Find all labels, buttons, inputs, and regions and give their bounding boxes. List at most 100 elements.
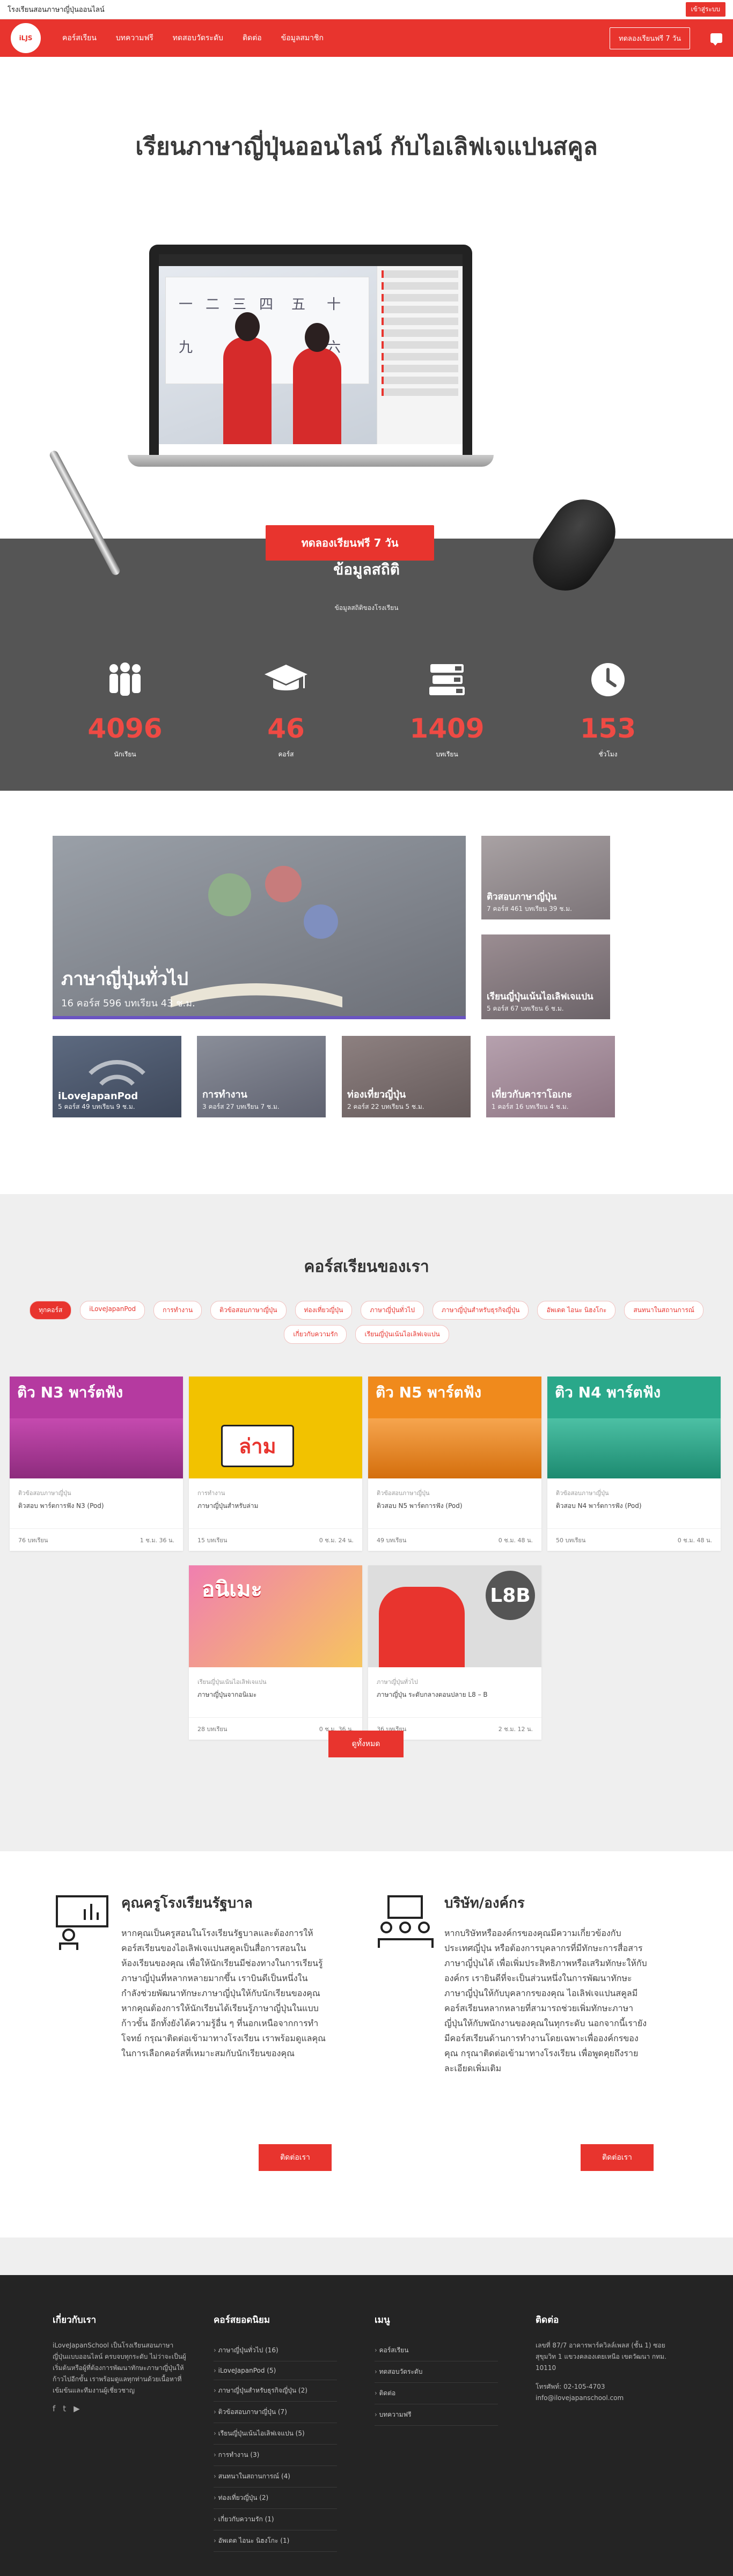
course-thumbnail: ล่าม: [189, 1377, 362, 1478]
player-top-bar: [159, 254, 463, 266]
tile-accent-bar: [53, 1016, 466, 1019]
board-char: 四: [259, 297, 274, 313]
course-thumbnail: ติว N3 พาร์ตฟัง: [10, 1377, 183, 1478]
filter-all[interactable]: ทุกคอร์ส: [30, 1301, 72, 1320]
course-meta: 15 บทเรียน 0 ช.ม. 24 น.: [189, 1528, 362, 1551]
thumbnail-banner: อนิเมะ: [202, 1577, 262, 1602]
filter-exam[interactable]: ติวข้อสอบภาษาญี่ปุ่น: [210, 1301, 287, 1320]
filter-ilovejapan-focus[interactable]: เรียนญี่ปุ่นเน้นไอเลิฟเจแปน: [355, 1325, 449, 1344]
footer-course-link[interactable]: ภาษาญี่ปุ่นทั่วไป (16): [214, 2340, 337, 2361]
thumbnail-banner: ติว N4 พาร์ตฟัง: [555, 1383, 661, 1401]
footer-course-link[interactable]: ท่องเที่ยวญี่ปุ่น (2): [214, 2487, 337, 2509]
clock-icon: [527, 658, 688, 701]
footer: เกี่ยวกับเรา iLoveJapanSchool เป็นโรงเรี…: [0, 2275, 733, 2576]
course-card[interactable]: ติว N5 พาร์ตฟัง ติวข้อสอบภาษาญี่ปุ่น ติว…: [368, 1377, 541, 1551]
course-card[interactable]: ล่าม การทำงาน ภาษาญี่ปุ่นสำหรับล่าม 15 บ…: [189, 1377, 362, 1551]
filter-business[interactable]: ภาษาญี่ปุ่นสำหรับธุรกิจญี่ปุ่น: [432, 1301, 529, 1320]
thumbnail-banner: ล่าม: [221, 1425, 294, 1467]
footer-course-link[interactable]: อัพเดต ไอนะ นิฮงโกะ (1): [214, 2530, 337, 2552]
video-player-screenshot: 一 二 三 四 五 九 十 六: [159, 254, 463, 455]
course-title: ภาษาญี่ปุ่นสำหรับล่าม: [197, 1502, 259, 1510]
course-card[interactable]: L8B ภาษาญี่ปุ่นทั่วไป ภาษาญี่ปุ่น ระดับก…: [368, 1565, 541, 1740]
youtube-icon[interactable]: ▶: [74, 2404, 80, 2413]
footer-course-link[interactable]: ภาษาญี่ปุ่นสำหรับธุรกิจญี่ปุ่น (2): [214, 2380, 337, 2402]
course-meta: 49 บทเรียน 0 ช.ม. 48 น.: [368, 1528, 541, 1551]
school-logo[interactable]: iLJS: [11, 23, 41, 53]
nav-right: ทดลองเรียนฟรี 7 วัน: [610, 27, 722, 49]
nav-menu: คอร์สเรียน บทความฟรี ทดสอบวัดระดับ ติดต่…: [53, 32, 333, 44]
footer-menu-link[interactable]: บทความฟรี: [375, 2404, 498, 2426]
laptop-mockup: 一 二 三 四 五 九 十 六: [128, 245, 494, 470]
course-card[interactable]: อนิเมะ เรียนญี่ปุ่นเน้นไอเลิฟเจแปน ภาษาญ…: [189, 1565, 362, 1740]
course-duration: 0 ช.ม. 24 น.: [319, 1536, 354, 1544]
facebook-icon[interactable]: f: [53, 2404, 55, 2413]
stat-number: 46: [267, 713, 305, 744]
tile-title: iLoveJapanPod: [58, 1091, 138, 1102]
category-work[interactable]: การทำงาน 3 คอร์ส 27 บทเรียน 7 ช.ม.: [197, 1036, 326, 1117]
nav-item-placement-test[interactable]: ทดสอบวัดระดับ: [173, 32, 223, 44]
footer-course-link[interactable]: iLoveJapanPod (5): [214, 2361, 337, 2380]
course-thumbnail: อนิเมะ: [189, 1565, 362, 1667]
contact-phone: โทรศัพท์: 02-105-4703: [536, 2383, 605, 2390]
courses-title: คอร์สเรียนของเรา: [304, 1257, 429, 1276]
footer-course-link[interactable]: สนทนาในสถานการณ์ (4): [214, 2466, 337, 2487]
twitter-icon[interactable]: t: [63, 2404, 66, 2413]
footer-menu-link[interactable]: คอร์สเรียน: [375, 2340, 498, 2361]
nav-item-contact[interactable]: ติดต่อ: [243, 32, 262, 44]
main-nav: iLJS คอร์สเรียน บทความฟรี ทดสอบวัดระดับ …: [0, 19, 733, 57]
footer-course-link[interactable]: การทำงาน (3): [214, 2445, 337, 2466]
course-meta: 50 บทเรียน 0 ช.ม. 48 น.: [547, 1528, 721, 1551]
nav-item-member[interactable]: ข้อมูลสมาชิก: [281, 32, 324, 44]
nav-item-articles[interactable]: บทความฟรี: [116, 32, 153, 44]
tile-caption: เรียนญี่ปุ่นเน้นไอเลิฟเจแปน 5 คอร์ส 67 บ…: [481, 984, 610, 1019]
lesson-count: 15 บทเรียน: [197, 1536, 228, 1544]
footer-popular-courses: คอร์สยอดนิยม ภาษาญี่ปุ่นทั่วไป (16) iLov…: [214, 2313, 337, 2552]
tile-title: ติวสอบภาษาญี่ปุ่น: [487, 892, 557, 902]
free-trial-hero-button[interactable]: ทดลองเรียนฟรี 7 วัน: [266, 525, 434, 561]
filter-situations[interactable]: สนทนาในสถานการณ์: [624, 1301, 703, 1320]
filter-ilovejapanpod[interactable]: iLoveJapanPod: [80, 1301, 145, 1320]
promo-companies: บริษัท/องค์กร หากบริษัทหรือองค์กรของคุณม…: [376, 1892, 655, 2076]
filter-general[interactable]: ภาษาญี่ปุ่นทั่วไป: [361, 1301, 424, 1320]
teacher-figure: [293, 323, 341, 444]
course-duration: 1 ช.ม. 36 น.: [140, 1536, 174, 1544]
free-trial-nav-button[interactable]: ทดลองเรียนฟรี 7 วัน: [610, 27, 690, 49]
about-text: iLoveJapanSchool เป็นโรงเรียนสอนภาษาญี่ป…: [53, 2342, 186, 2394]
category-travel[interactable]: ท่องเที่ยวญี่ปุ่น 2 คอร์ส 22 บทเรียน 5 ช…: [342, 1036, 471, 1117]
stats-row: 4096 นักเรียน 46 คอร์ส 1409 บทเรียน 153 …: [0, 658, 733, 760]
course-category: การทำงาน: [197, 1490, 225, 1497]
course-title: ภาษาญี่ปุ่น ระดับกลางตอนปลาย L8 – B: [377, 1691, 488, 1698]
course-duration: 2 ช.ม. 12 น.: [498, 1725, 533, 1733]
course-duration: 0 ช.ม. 48 น.: [677, 1536, 712, 1544]
filter-aina[interactable]: อัพเดต ไอนะ นิฮงโกะ: [537, 1301, 616, 1320]
login-button[interactable]: เข้าสู่ระบบ: [685, 2, 725, 17]
footer-menu-link[interactable]: ทดสอบวัดระดับ: [375, 2361, 498, 2383]
category-ilovejapanpod[interactable]: iLoveJapanPod 5 คอร์ส 49 บทเรียน 9 ช.ม.: [53, 1036, 181, 1117]
filter-love[interactable]: เกี่ยวกับความรัก: [284, 1325, 347, 1344]
category-exam-prep[interactable]: ติวสอบภาษาญี่ปุ่น 7 คอร์ส 461 บทเรียน 39…: [481, 836, 610, 919]
chat-icon[interactable]: [710, 33, 722, 46]
section-spacer: [0, 2238, 733, 2275]
category-ilovejapan-focus[interactable]: เรียนญี่ปุ่นเน้นไอเลิฟเจแปน 5 คอร์ส 67 บ…: [481, 934, 610, 1019]
contact-us-button[interactable]: ติดต่อเรา: [581, 2144, 654, 2171]
footer-course-link[interactable]: เรียนญี่ปุ่นเน้นไอเลิฟเจแปน (5): [214, 2423, 337, 2445]
footer-heading: เกี่ยวกับเรา: [53, 2315, 97, 2325]
board-char: 十: [327, 297, 341, 313]
tile-title: เที่ยวกับคาราโอเกะ: [492, 1089, 573, 1100]
stat-label: ชั่วโมง: [598, 750, 618, 758]
category-general-japanese[interactable]: ภาษาญี่ปุ่นทั่วไป 16 คอร์ส 596 บทเรียน 4…: [53, 836, 466, 1019]
filter-travel[interactable]: ท่องเที่ยวญี่ปุ่น: [295, 1301, 353, 1320]
course-card[interactable]: ติว N3 พาร์ตฟัง ติวข้อสอบภาษาญี่ปุ่น ติว…: [10, 1377, 183, 1551]
nav-item-courses[interactable]: คอร์สเรียน: [62, 32, 97, 44]
category-love[interactable]: เที่ยวกับคาราโอเกะ 1 คอร์ส 16 บทเรียน 4 …: [486, 1036, 615, 1117]
footer-menu-link[interactable]: ติดต่อ: [375, 2383, 498, 2404]
course-card[interactable]: ติว N4 พาร์ตฟัง ติวข้อสอบภาษาญี่ปุ่น ติว…: [547, 1377, 721, 1551]
filter-work[interactable]: การทำงาน: [153, 1301, 202, 1320]
books-icon: [366, 658, 527, 701]
lesson-count: 50 บทเรียน: [556, 1536, 586, 1544]
view-all-button[interactable]: ดูทั้งหมด: [328, 1731, 404, 1757]
footer-course-link[interactable]: ติวข้อสอบภาษาญี่ปุ่น (7): [214, 2402, 337, 2423]
contact-email[interactable]: info@ilovejapanschool.com: [536, 2393, 670, 2404]
footer-course-link[interactable]: เกี่ยวกับความรัก (1): [214, 2509, 337, 2530]
contact-us-button[interactable]: ติดต่อเรา: [259, 2144, 332, 2171]
